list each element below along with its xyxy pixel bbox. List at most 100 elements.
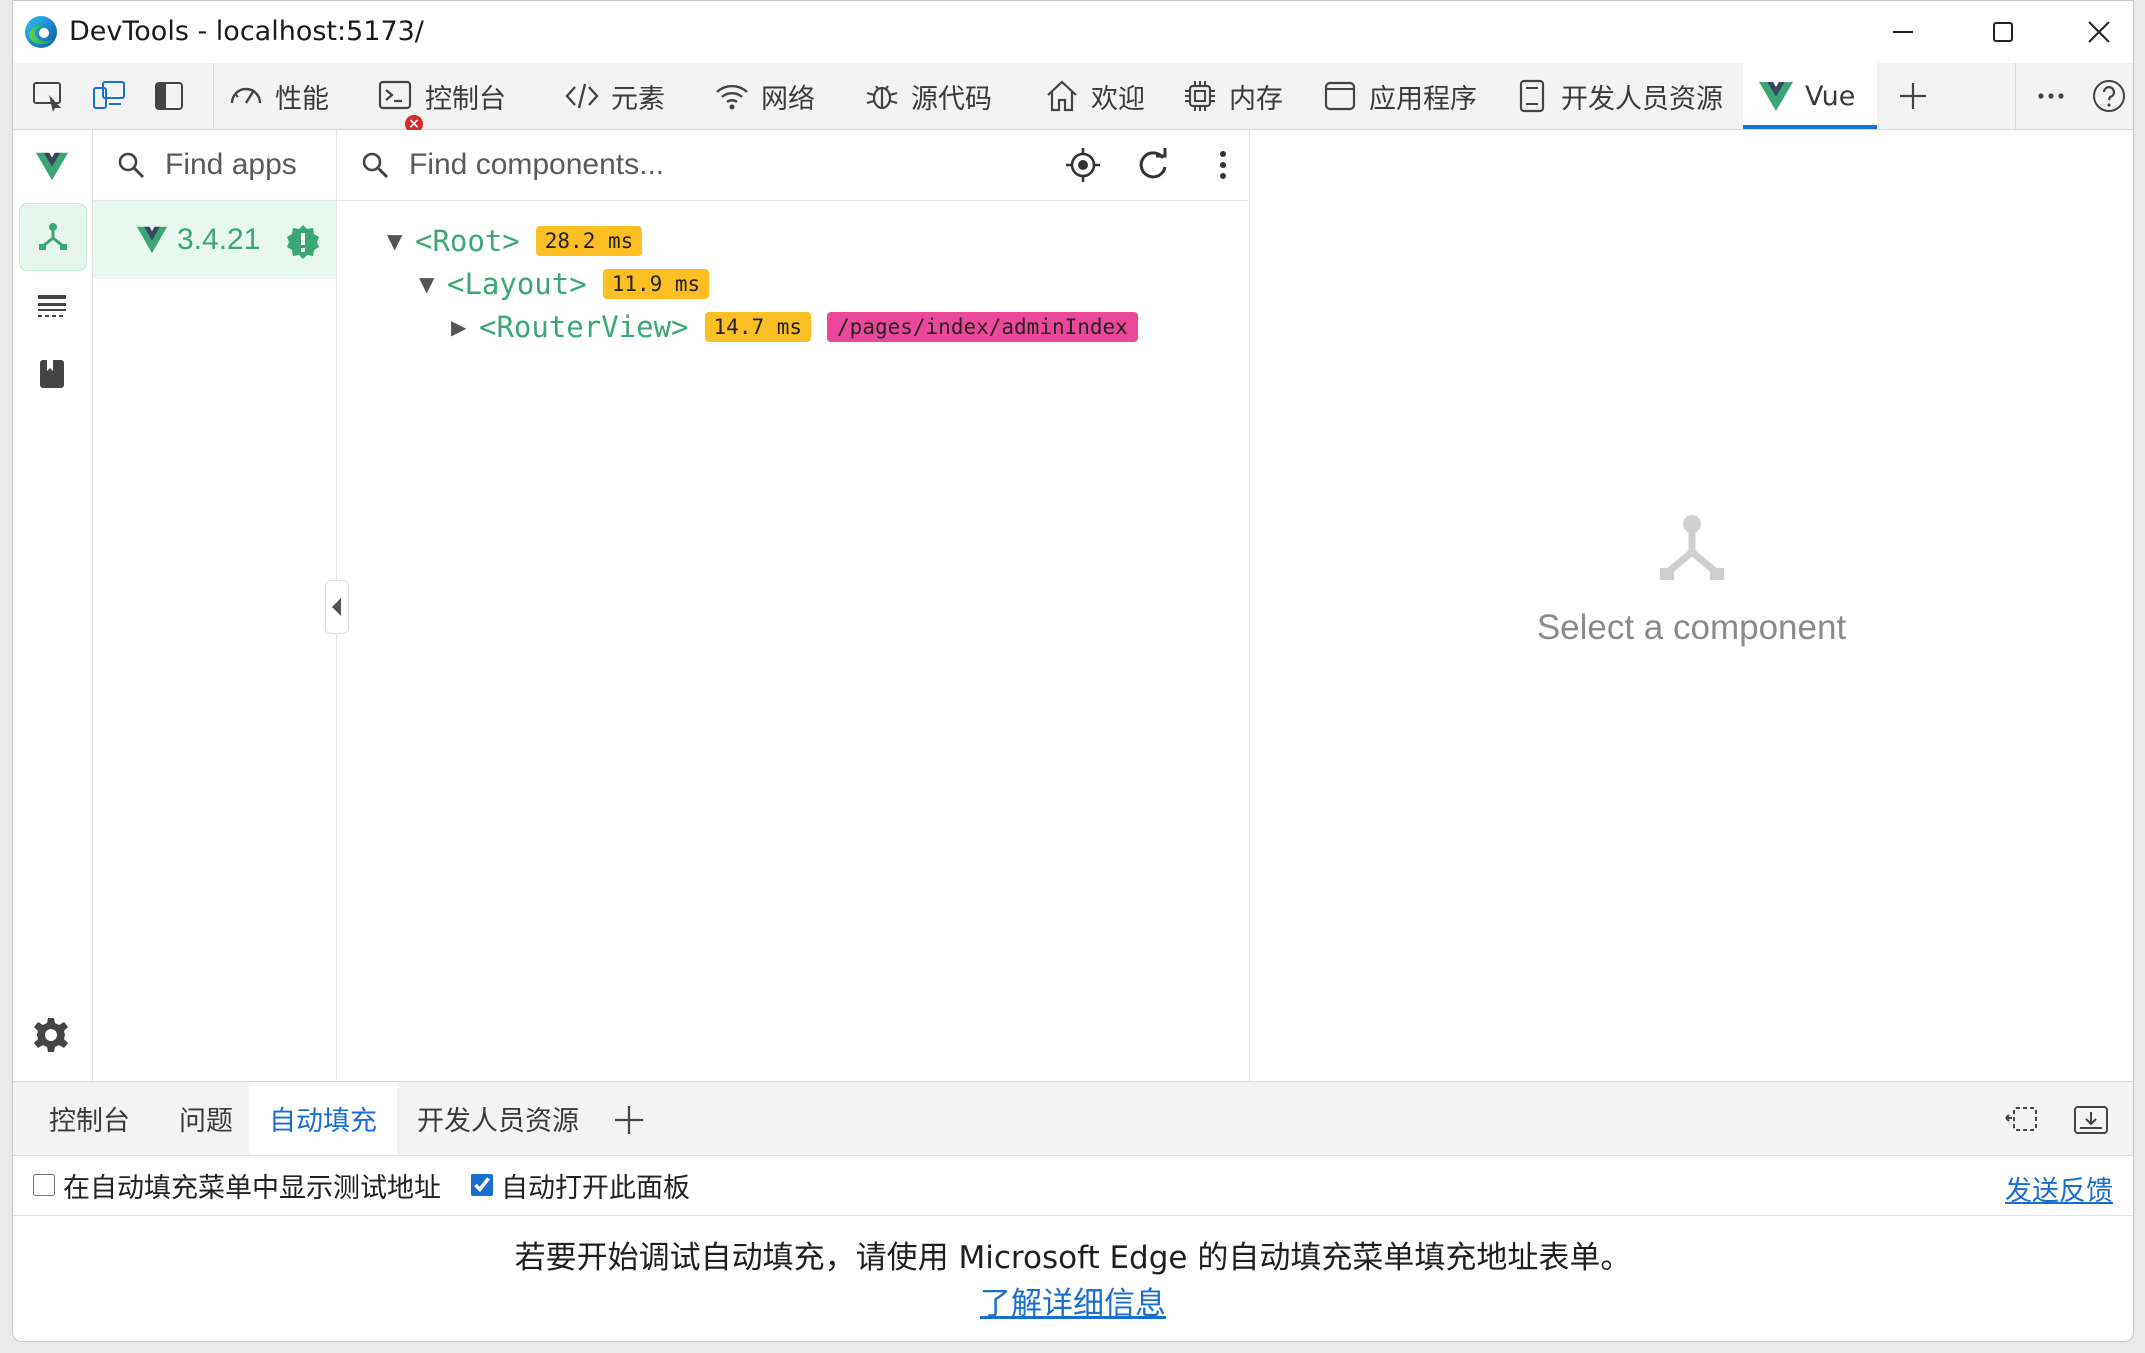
search-icon (118, 152, 145, 179)
tab-elements[interactable]: 元素 (563, 63, 665, 129)
vue-logo-icon (1759, 82, 1793, 111)
select-component-button[interactable] (1049, 142, 1100, 188)
dock-side-icon (155, 82, 183, 110)
tab-sources[interactable]: 源代码 (863, 63, 992, 129)
toolbar-separator (2015, 63, 2016, 129)
minimize-button[interactable] (1853, 1, 1953, 63)
component-name: <RouterView> (479, 310, 689, 344)
more-options-button[interactable] (1189, 142, 1235, 188)
components-button[interactable] (19, 203, 87, 271)
app-version: 3.4.21 (177, 223, 261, 256)
close-icon (2088, 21, 2110, 43)
tab-vue[interactable]: Vue (1743, 63, 1877, 129)
tab-welcome[interactable]: 欢迎 (1043, 63, 1145, 129)
tab-label: 性能 (275, 83, 329, 115)
tab-application[interactable]: 应用程序 (1321, 63, 1477, 129)
tab-console[interactable]: × 控制台 (377, 63, 506, 133)
maximize-button[interactable] (1953, 1, 2053, 63)
help-icon (2093, 80, 2125, 112)
tab-developer-resources[interactable]: 开发人员资源 (1513, 63, 1723, 129)
tab-label: 控制台 (425, 83, 506, 115)
device-emulation-icon (93, 81, 125, 109)
devtools-toolbar: 性能 × 控制台 元素 网络 源代码 欢迎 内存 应用程序 开发人员资源 Vue (13, 63, 2133, 133)
drawer-tab-developer-resources[interactable]: 开发人员资源 (397, 1082, 599, 1155)
bug-icon (866, 85, 898, 110)
collapse-apps-handle[interactable] (325, 580, 349, 634)
minimize-icon (1893, 31, 1913, 33)
send-feedback-link[interactable]: 发送反馈 (2005, 1169, 2113, 1208)
components-search-row (337, 130, 1249, 201)
tree-row[interactable]: ▶ <RouterView> 14.7 ms /pages/index/admi… (451, 307, 1138, 347)
vue-logo-icon (35, 152, 69, 181)
app-window-icon (1324, 81, 1356, 111)
route-badge: /pages/index/adminIndex (827, 312, 1138, 342)
close-button[interactable] (2049, 1, 2133, 63)
drawer-tab-console[interactable]: 控制台 (29, 1082, 150, 1155)
pinia-button[interactable] (19, 341, 85, 407)
show-test-address-option[interactable]: 在自动填充菜单中显示测试地址 (33, 1166, 441, 1205)
tab-label: 源代码 (911, 83, 992, 115)
component-tree-icon (39, 223, 67, 250)
book-icon (40, 360, 64, 388)
tab-label: 内存 (1229, 83, 1283, 115)
code-brackets-icon (565, 83, 599, 109)
apps-column: 3.4.21 (93, 130, 357, 1081)
render-time-badge: 11.9 ms (602, 269, 710, 299)
collapsed-arrow-icon[interactable]: ▶ (451, 315, 471, 339)
move-drawer-icon (2005, 1107, 2037, 1131)
show-test-address-checkbox[interactable] (33, 1174, 55, 1196)
component-tree-column: ▼ <Root> 28.2 ms ▼ <Layout> 11.9 ms ▶ <R… (337, 130, 1250, 1081)
auto-open-checkbox[interactable] (471, 1174, 493, 1196)
plus-icon (1900, 83, 1926, 109)
option-label: 自动打开此面板 (501, 1172, 690, 1204)
tab-memory[interactable]: 内存 (1181, 63, 1283, 129)
tab-performance[interactable]: 性能 (227, 63, 329, 129)
performance-gauge-icon (230, 87, 262, 104)
refresh-button[interactable] (1119, 142, 1167, 188)
help-button[interactable] (2085, 73, 2133, 119)
learn-more-link: 了解详细信息 (13, 1278, 2133, 1323)
render-time-badge: 14.7 ms (704, 312, 812, 342)
refresh-icon (1139, 148, 1167, 179)
add-tool-button[interactable] (1889, 73, 1937, 119)
vue-sidebar (13, 130, 93, 1081)
undock-drawer-button[interactable] (2003, 1100, 2043, 1140)
gear-icon (34, 1018, 68, 1052)
drawer-tab-issues[interactable]: 问题 (159, 1082, 253, 1155)
tree-row[interactable]: ▼ <Root> 28.2 ms (387, 221, 643, 261)
dock-side-button[interactable] (145, 73, 193, 119)
apps-search-row (93, 130, 357, 201)
timeline-button[interactable] (19, 273, 85, 339)
tree-actions (1049, 142, 1235, 188)
maximize-icon (1993, 22, 2013, 42)
learn-more-text[interactable]: 了解详细信息 (980, 1286, 1166, 1322)
vue-home-button[interactable] (19, 133, 85, 199)
vue-logo-icon (137, 226, 167, 254)
plus-icon (615, 1106, 643, 1134)
component-name: <Layout> (447, 267, 587, 301)
auto-open-option[interactable]: 自动打开此面板 (471, 1166, 690, 1205)
wifi-icon (716, 84, 748, 110)
components-search-input[interactable] (407, 147, 971, 183)
inspect-element-button[interactable] (25, 73, 73, 119)
component-inspector: Select a component (1250, 130, 2133, 1081)
expanded-arrow-icon[interactable]: ▼ (387, 229, 407, 253)
add-drawer-tab-button[interactable] (609, 1100, 649, 1140)
app-list-item[interactable]: 3.4.21 (93, 201, 336, 279)
tree-row[interactable]: ▼ <Layout> 11.9 ms (419, 264, 710, 304)
close-drawer-button[interactable] (2071, 1100, 2111, 1140)
warning-badge-icon (287, 225, 319, 259)
console-icon (378, 80, 412, 110)
search-icon (362, 152, 389, 179)
home-icon (1047, 80, 1077, 112)
apps-search-input[interactable] (163, 147, 357, 183)
expanded-arrow-icon[interactable]: ▼ (419, 272, 439, 296)
tab-network[interactable]: 网络 (713, 63, 815, 129)
title-bar: DevTools - localhost:5173/ (13, 1, 2133, 63)
tab-label: Vue (1805, 80, 1856, 112)
device-emulation-button[interactable] (85, 73, 133, 119)
more-tools-button[interactable] (2027, 73, 2075, 119)
settings-button[interactable] (31, 1015, 75, 1059)
chevron-left-icon (331, 598, 341, 616)
drawer-tab-autofill[interactable]: 自动填充 (249, 1082, 397, 1155)
